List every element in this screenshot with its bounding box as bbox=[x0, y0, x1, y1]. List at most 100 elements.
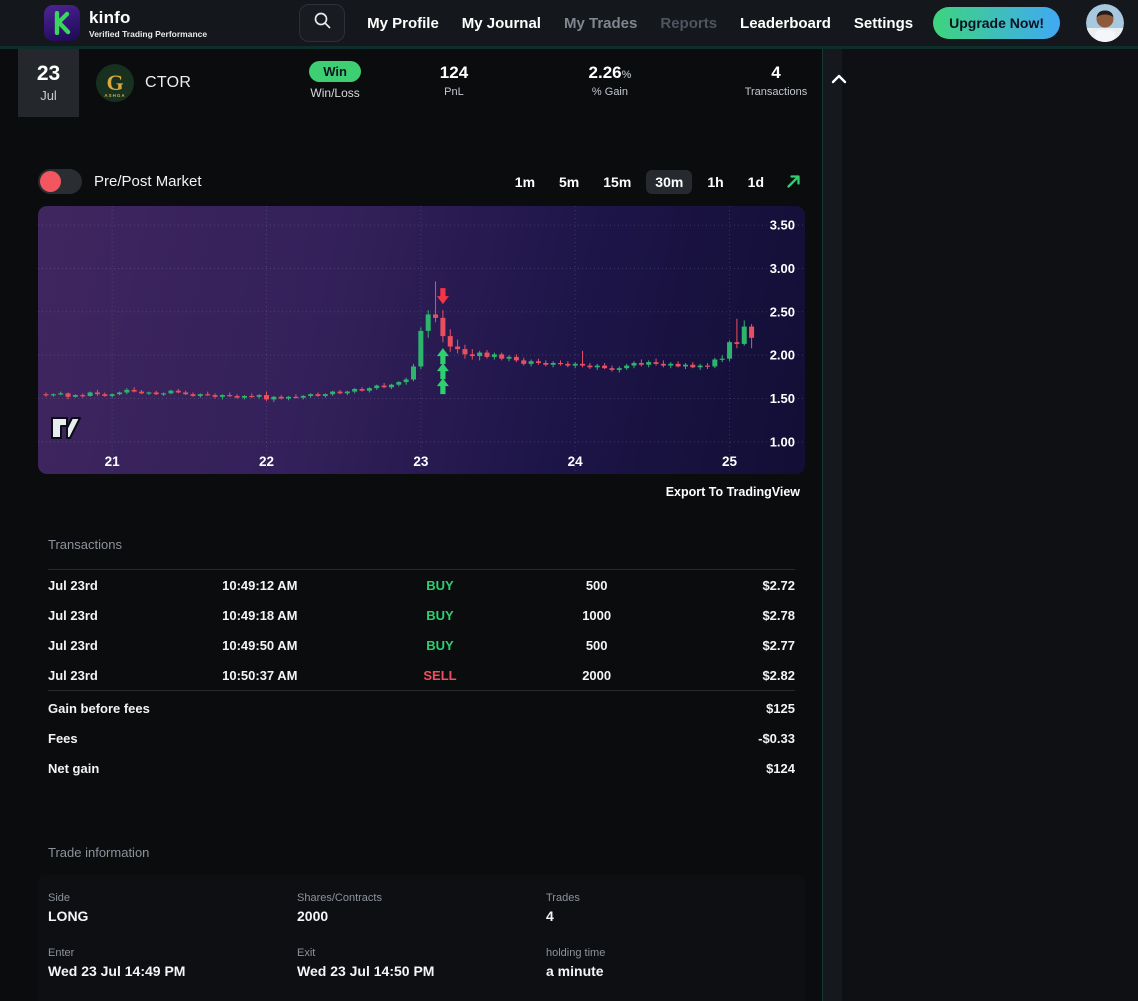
brand[interactable]: kinfo Verified Trading Performance bbox=[44, 5, 207, 41]
svg-text:3.50: 3.50 bbox=[770, 218, 795, 233]
tx-quantity: 2000 bbox=[582, 667, 612, 683]
nav-item-my-trades[interactable]: My Trades bbox=[564, 15, 637, 32]
stat-gain-label: % Gain bbox=[591, 86, 628, 98]
chart-controls: Pre/Post Market 1m 5m 15m 30m 1h 1d bbox=[38, 169, 802, 194]
tx-date: Jul 23rd bbox=[48, 577, 98, 593]
candlestick-chart[interactable]: 3.50 3.00 2.50 2.00 1.50 1.00 21 22 23 24 25 bbox=[38, 206, 805, 474]
table-row[interactable]: Jul 23rd 10:50:37 AM SELL 2000 $2.82 bbox=[48, 660, 795, 690]
pre-post-market-label: Pre/Post Market bbox=[94, 173, 202, 190]
pre-post-market-toggle[interactable] bbox=[38, 169, 82, 194]
trade-summary-header[interactable]: 23 Jul G ASHGA CTOR Win Win/Loss 124 PnL… bbox=[0, 49, 847, 117]
main-content: 23 Jul G ASHGA CTOR Win Win/Loss 124 PnL… bbox=[0, 49, 847, 1001]
nav-item-my-journal[interactable]: My Journal bbox=[462, 15, 541, 32]
timeframe-15m[interactable]: 15m bbox=[594, 170, 640, 194]
summary-value: -$0.33 bbox=[758, 730, 795, 746]
transactions-title: Transactions bbox=[48, 537, 122, 552]
transactions-summary: Gain before fees $125 Fees -$0.33 Net ga… bbox=[48, 690, 795, 783]
table-row[interactable]: Jul 23rd 10:49:50 AM BUY 500 $2.77 bbox=[48, 630, 795, 660]
summary-value: $124 bbox=[766, 760, 795, 776]
summary-row-net-gain: Net gain $124 bbox=[48, 753, 795, 783]
stat-transactions-value: 4 bbox=[771, 63, 781, 82]
search-icon bbox=[313, 11, 332, 35]
tx-price: $2.82 bbox=[762, 667, 795, 683]
timeframe-30m[interactable]: 30m bbox=[646, 169, 693, 194]
toggle-knob bbox=[40, 171, 61, 192]
trade-information-card: Side LONG Shares/Contracts 2000 Trades 4… bbox=[38, 875, 805, 1001]
svg-text:21: 21 bbox=[105, 454, 121, 469]
svg-text:2.50: 2.50 bbox=[770, 304, 795, 319]
tx-side: BUY bbox=[426, 577, 454, 593]
trade-date-day: 23 bbox=[36, 62, 61, 85]
nav-links: My Profile My Journal My Trades Reports … bbox=[367, 15, 913, 32]
nav-item-settings[interactable]: Settings bbox=[854, 15, 913, 32]
brand-tagline: Verified Trading Performance bbox=[89, 28, 208, 39]
trade-date-month: Jul bbox=[40, 88, 57, 103]
brand-name: kinfo bbox=[89, 7, 131, 27]
expand-chart-arrow-icon[interactable] bbox=[785, 173, 802, 190]
export-to-tradingview-link[interactable]: Export To TradingView bbox=[666, 485, 800, 499]
tx-side: BUY bbox=[426, 637, 454, 653]
tx-quantity: 500 bbox=[585, 637, 608, 653]
field-side: Side LONG bbox=[48, 892, 89, 924]
summary-row-gain-before-fees: Gain before fees $125 bbox=[48, 693, 795, 723]
app-window: kinfo Verified Trading Performance My Pr… bbox=[0, 0, 1138, 1001]
stat-transactions-label: Transactions bbox=[744, 86, 808, 98]
field-trades: Trades 4 bbox=[546, 892, 580, 924]
tx-time: 10:49:50 AM bbox=[222, 637, 298, 653]
svg-text:25: 25 bbox=[722, 454, 738, 469]
trade-stats: 124 PnL 2.26% % Gain 4 Transactions bbox=[409, 63, 831, 98]
upgrade-now-button[interactable]: Upgrade Now! bbox=[933, 7, 1060, 39]
svg-text:G: G bbox=[106, 70, 123, 95]
tx-quantity: 1000 bbox=[582, 607, 612, 623]
ticker-logo: G ASHGA bbox=[96, 64, 134, 102]
svg-text:1.00: 1.00 bbox=[770, 434, 795, 449]
collapse-chevron-up-icon[interactable] bbox=[831, 71, 847, 89]
field-shares-contracts: Shares/Contracts 2000 bbox=[297, 892, 382, 924]
summary-row-fees: Fees -$0.33 bbox=[48, 723, 795, 753]
tx-date: Jul 23rd bbox=[48, 637, 98, 653]
timeframe-1m[interactable]: 1m bbox=[506, 170, 544, 194]
svg-text:22: 22 bbox=[259, 454, 274, 469]
svg-text:2.00: 2.00 bbox=[770, 348, 795, 363]
tradingview-logo bbox=[50, 415, 84, 446]
timeframe-selector: 1m 5m 15m 30m 1h 1d bbox=[506, 169, 802, 194]
tx-time: 10:49:18 AM bbox=[222, 607, 298, 623]
stat-pnl-value: 124 bbox=[439, 63, 469, 82]
field-holding-time: holding time a minute bbox=[546, 947, 606, 979]
transactions-table: Jul 23rd 10:49:12 AM BUY 500 $2.72 Jul 2… bbox=[48, 569, 795, 690]
svg-text:23: 23 bbox=[413, 454, 429, 469]
tx-time: 10:50:37 AM bbox=[222, 667, 298, 683]
table-row[interactable]: Jul 23rd 10:49:18 AM BUY 1000 $2.78 bbox=[48, 600, 795, 630]
timeframe-1h[interactable]: 1h bbox=[698, 170, 732, 194]
svg-text:ASHGA: ASHGA bbox=[104, 93, 125, 98]
search-button[interactable] bbox=[299, 4, 346, 42]
scrollbar-track[interactable] bbox=[823, 49, 842, 1001]
tx-date: Jul 23rd bbox=[48, 667, 98, 683]
nav-item-leaderboard[interactable]: Leaderboard bbox=[740, 15, 831, 32]
timeframe-1d[interactable]: 1d bbox=[739, 170, 773, 194]
win-loss-badge: Win bbox=[309, 61, 361, 82]
nav-item-reports[interactable]: Reports bbox=[660, 15, 717, 32]
tx-price: $2.77 bbox=[762, 637, 795, 653]
trade-information-title: Trade information bbox=[48, 845, 150, 860]
summary-value: $125 bbox=[766, 700, 795, 716]
tx-price: $2.72 bbox=[762, 577, 795, 593]
user-avatar[interactable] bbox=[1086, 4, 1124, 42]
stat-gain-value: 2.26% bbox=[588, 63, 632, 82]
trade-date-box: 23 Jul bbox=[18, 49, 79, 117]
tx-quantity: 500 bbox=[585, 577, 608, 593]
win-loss-label: Win/Loss bbox=[310, 86, 360, 100]
timeframe-5m[interactable]: 5m bbox=[550, 170, 588, 194]
field-exit: Exit Wed 23 Jul 14:50 PM bbox=[297, 947, 435, 979]
summary-label: Fees bbox=[48, 730, 78, 746]
table-row[interactable]: Jul 23rd 10:49:12 AM BUY 500 $2.72 bbox=[48, 570, 795, 600]
nav-item-my-profile[interactable]: My Profile bbox=[367, 15, 439, 32]
svg-text:1.50: 1.50 bbox=[770, 391, 795, 406]
tx-date: Jul 23rd bbox=[48, 607, 98, 623]
svg-text:24: 24 bbox=[568, 454, 584, 469]
tx-side: BUY bbox=[426, 607, 454, 623]
stat-pnl-label: PnL bbox=[444, 86, 464, 98]
summary-label: Net gain bbox=[48, 760, 100, 776]
tx-side: SELL bbox=[423, 667, 457, 683]
tx-time: 10:49:12 AM bbox=[222, 577, 298, 593]
